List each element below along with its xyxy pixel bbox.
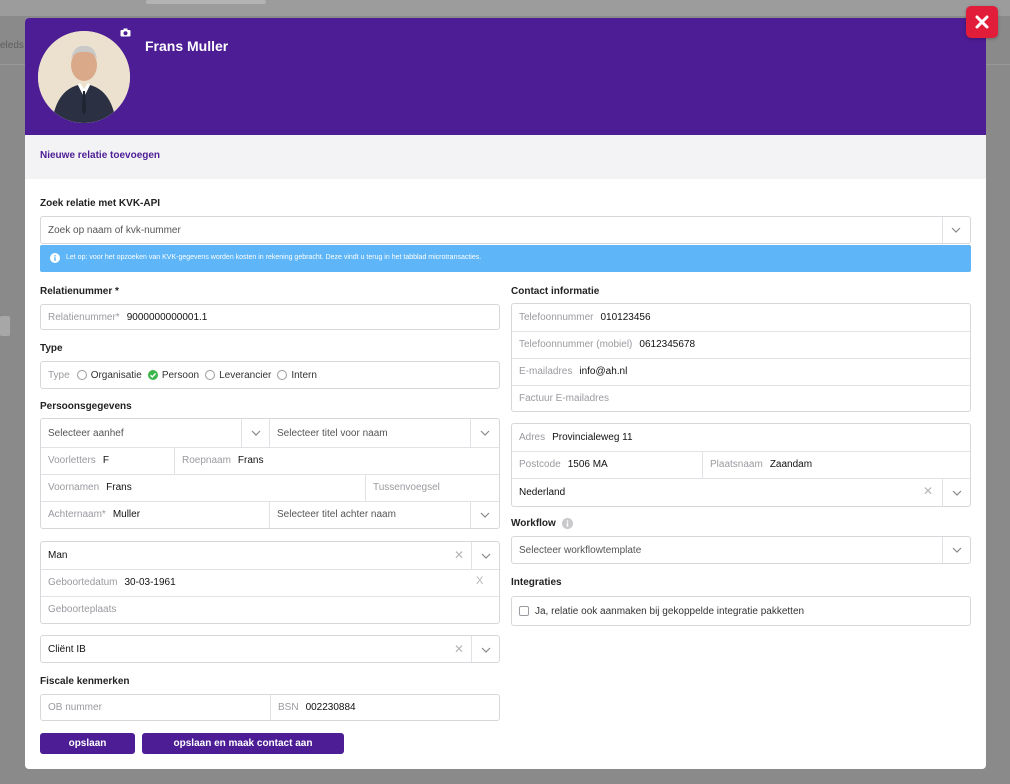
clear-icon[interactable]: ✕ bbox=[454, 548, 464, 562]
info-icon[interactable] bbox=[562, 518, 573, 529]
clear-icon[interactable]: ✕ bbox=[923, 484, 933, 498]
radio-checked-icon bbox=[147, 370, 158, 380]
type-option-persoon[interactable]: Persoon bbox=[147, 370, 199, 381]
geboorte-group: Man ✕ Geboortedatum 30-03-1961 X Geboorte… bbox=[40, 541, 500, 624]
tussenvoegsel-field[interactable]: Tussenvoegsel bbox=[366, 474, 499, 501]
checkbox[interactable] bbox=[519, 606, 529, 616]
geboorteplaats-field[interactable]: Geboorteplaats bbox=[41, 596, 499, 623]
chevron-down-icon bbox=[480, 512, 490, 518]
roepnaam-field[interactable]: Roepnaam Frans bbox=[175, 447, 499, 474]
save-button[interactable]: opslaan bbox=[40, 733, 135, 754]
titel-achter-naam-select[interactable]: Selecteer titel achter naam bbox=[270, 501, 470, 528]
mobiel-field[interactable]: Telefoonnummer (mobiel) 0612345678 bbox=[512, 331, 970, 358]
address-group: Adres Provincialeweg 11 Postcode 1506 MA P… bbox=[511, 423, 971, 507]
plaatsnaam-field[interactable]: Plaatsnaam Zaandam bbox=[703, 451, 970, 478]
radio-icon bbox=[76, 370, 87, 380]
type-option-leverancier[interactable]: Leverancier bbox=[205, 370, 271, 381]
close-modal-button[interactable] bbox=[966, 6, 998, 38]
client-type-value: Cliënt IB bbox=[48, 643, 86, 655]
type-radio-group: Type Organisatie Persoon Leverancier Int… bbox=[40, 361, 500, 389]
subheader: Nieuwe relatie toevoegen bbox=[25, 135, 986, 179]
chevron-down-icon bbox=[481, 647, 491, 653]
clear-icon[interactable]: ✕ bbox=[454, 642, 464, 656]
kvk-info-banner: Let op: voor het opzoeken van KVK-gegeve… bbox=[40, 245, 971, 272]
factuur-email-field[interactable]: Factuur E-mailadres bbox=[512, 385, 970, 411]
chevron-down-icon bbox=[481, 553, 491, 559]
relation-modal: Frans Muller Nieuwe relatie toevoegen Zo… bbox=[25, 18, 986, 769]
close-icon bbox=[975, 15, 989, 29]
relatienummer-value: 9000000000001.1 bbox=[126, 311, 208, 323]
email-field[interactable]: E-mailadres info@ah.nl bbox=[512, 358, 970, 385]
relatienummer-placeholder: Relatienummer* bbox=[48, 311, 120, 323]
client-type-select[interactable]: Cliënt IB ✕ bbox=[40, 635, 500, 663]
voornamen-field[interactable]: Voornamen Frans bbox=[41, 474, 365, 501]
form-title: Nieuwe relatie toevoegen bbox=[40, 150, 161, 161]
workflow-label: Workflow bbox=[511, 518, 556, 529]
camera-icon[interactable] bbox=[120, 28, 131, 37]
aanhef-select[interactable]: Selecteer aanhef bbox=[41, 419, 241, 447]
relatienummer-label: Relatienummer * bbox=[40, 286, 119, 297]
kvk-info-text: Let op: voor het opzoeken van KVK-gegeve… bbox=[66, 254, 482, 261]
save-and-contact-button[interactable]: opslaan en maak contact aan bbox=[142, 733, 344, 754]
bsn-field[interactable]: BSN 002230884 bbox=[271, 695, 499, 720]
integraties-label: Integraties bbox=[511, 577, 562, 588]
profile-photo bbox=[38, 31, 130, 123]
avatar[interactable] bbox=[38, 31, 130, 123]
clear-date-button[interactable]: X bbox=[476, 575, 483, 587]
geslacht-select[interactable]: Man bbox=[41, 542, 441, 569]
type-option-intern[interactable]: Intern bbox=[277, 370, 317, 381]
titel-voor-naam-select[interactable]: Selecteer titel voor naam bbox=[270, 419, 470, 447]
backdrop-tab bbox=[146, 0, 266, 4]
ob-nummer-field[interactable]: OB nummer bbox=[41, 695, 270, 720]
geboortedatum-field[interactable]: Geboortedatum 30-03-1961 bbox=[41, 569, 441, 596]
type-label: Type bbox=[40, 343, 63, 354]
chevron-down-icon bbox=[480, 430, 490, 436]
info-icon bbox=[50, 253, 60, 263]
contact-group: Telefoonnummer 010123456 Telefoonnummer (… bbox=[511, 303, 971, 412]
kvk-search-placeholder: Zoek op naam of kvk-nummer bbox=[48, 224, 181, 236]
kvk-search-select[interactable]: Zoek op naam of kvk-nummer bbox=[40, 216, 971, 244]
chevron-down-icon bbox=[952, 547, 962, 553]
radio-icon bbox=[277, 370, 288, 380]
persoonsgegevens-group: Selecteer aanhef Selecteer titel voor na… bbox=[40, 418, 500, 529]
integraties-checkbox-label: Ja, relatie ook aanmaken bij gekoppelde … bbox=[535, 605, 805, 617]
fiscaal-label: Fiscale kenmerken bbox=[40, 676, 130, 687]
integraties-group: Ja, relatie ook aanmaken bij gekoppelde … bbox=[511, 596, 971, 626]
integraties-checkbox-row[interactable]: Ja, relatie ook aanmaken bij gekoppelde … bbox=[512, 597, 804, 625]
contact-label: Contact informatie bbox=[511, 286, 600, 297]
relatienummer-field[interactable]: Relatienummer* 9000000000001.1 bbox=[40, 304, 500, 330]
chevron-down-icon bbox=[951, 227, 961, 233]
backdrop-element bbox=[0, 316, 10, 336]
persoonsgegevens-label: Persoonsgegevens bbox=[40, 401, 132, 412]
type-placeholder: Type bbox=[48, 369, 70, 381]
chevron-down-icon bbox=[952, 490, 962, 496]
backdrop-text: eleds bbox=[0, 40, 24, 51]
workflow-placeholder: Selecteer workflowtemplate bbox=[519, 544, 642, 556]
workflow-select[interactable]: Selecteer workflowtemplate bbox=[511, 536, 971, 564]
radio-icon bbox=[205, 370, 216, 380]
chevron-down-icon bbox=[251, 430, 261, 436]
adres-field[interactable]: Adres Provincialeweg 11 bbox=[512, 424, 970, 451]
modal-header: Frans Muller bbox=[25, 18, 986, 135]
achternaam-field[interactable]: Achternaam* Muller bbox=[41, 501, 269, 528]
type-option-organisatie[interactable]: Organisatie bbox=[76, 370, 142, 381]
land-select[interactable]: Nederland bbox=[512, 478, 912, 506]
kvk-label: Zoek relatie met KVK-API bbox=[40, 198, 161, 209]
relation-name: Frans Muller bbox=[145, 38, 229, 54]
postcode-field[interactable]: Postcode 1506 MA bbox=[512, 451, 702, 478]
voorletters-field[interactable]: Voorletters F bbox=[41, 447, 174, 474]
telefoon-field[interactable]: Telefoonnummer 010123456 bbox=[512, 304, 970, 331]
fiscaal-group: OB nummer BSN 002230884 bbox=[40, 694, 500, 721]
